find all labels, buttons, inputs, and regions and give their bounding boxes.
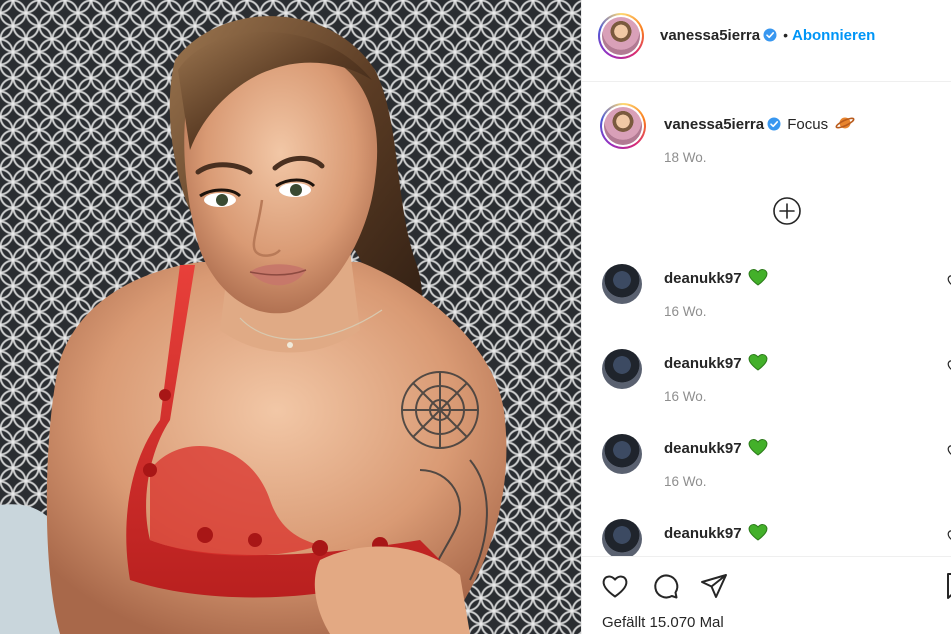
- plus-circle-icon[interactable]: [772, 196, 802, 226]
- author-avatar[interactable]: [598, 13, 644, 59]
- verified-badge-icon: [763, 28, 777, 42]
- verified-badge-icon: [767, 117, 781, 131]
- comment-item: deanukk97 16 Wo.: [602, 264, 951, 324]
- heart-icon[interactable]: [600, 571, 630, 601]
- post-photo[interactable]: [0, 0, 581, 634]
- comment-time[interactable]: 16 Wo.: [664, 389, 707, 404]
- comment-avatar[interactable]: [602, 519, 642, 556]
- author-username[interactable]: vanessa5ierra: [660, 27, 760, 44]
- comment-avatar[interactable]: [602, 434, 642, 474]
- likes-count[interactable]: Gefällt 15.070 Mal: [602, 614, 724, 631]
- comment-item: deanukk97: [602, 519, 951, 556]
- comment-username[interactable]: deanukk97: [664, 440, 742, 457]
- post-side-panel: vanessa5ierra • Abonnieren vanessa5ierra F…: [581, 0, 951, 634]
- comment-like-icon[interactable]: [947, 444, 951, 458]
- green-heart-icon: [748, 439, 767, 456]
- portrait-illustration: [0, 16, 507, 634]
- green-heart-icon: [748, 269, 767, 286]
- comment-like-icon[interactable]: [947, 359, 951, 373]
- green-heart-icon: [748, 354, 767, 371]
- comment-time[interactable]: 16 Wo.: [664, 304, 707, 319]
- caption-text: Focus: [787, 116, 829, 133]
- comment-username[interactable]: deanukk97: [664, 355, 742, 372]
- ringed-planet-icon: [835, 117, 855, 129]
- bookmark-icon[interactable]: [944, 571, 951, 601]
- comment-like-icon[interactable]: [947, 274, 951, 288]
- comment-icon[interactable]: [650, 571, 680, 601]
- action-bar: Gefällt 15.070 Mal: [582, 556, 951, 634]
- comment-avatar[interactable]: [602, 349, 642, 389]
- caption-time[interactable]: 18 Wo.: [664, 150, 707, 165]
- share-icon[interactable]: [699, 571, 729, 601]
- comment-avatar[interactable]: [602, 264, 642, 304]
- green-heart-icon: [748, 524, 767, 541]
- caption-avatar[interactable]: [600, 103, 646, 149]
- follow-button[interactable]: Abonnieren: [792, 27, 875, 44]
- comment-item: deanukk97 16 Wo.: [602, 434, 951, 494]
- post-header: vanessa5ierra • Abonnieren: [582, 0, 951, 82]
- comment-time[interactable]: 16 Wo.: [664, 474, 707, 489]
- comment-username[interactable]: deanukk97: [664, 270, 742, 287]
- comment-item: deanukk97 16 Wo.: [602, 349, 951, 409]
- separator-dot: •: [783, 27, 788, 43]
- comment-username[interactable]: deanukk97: [664, 525, 742, 542]
- comment-like-icon[interactable]: [947, 529, 951, 543]
- caption-username[interactable]: vanessa5ierra: [664, 116, 764, 133]
